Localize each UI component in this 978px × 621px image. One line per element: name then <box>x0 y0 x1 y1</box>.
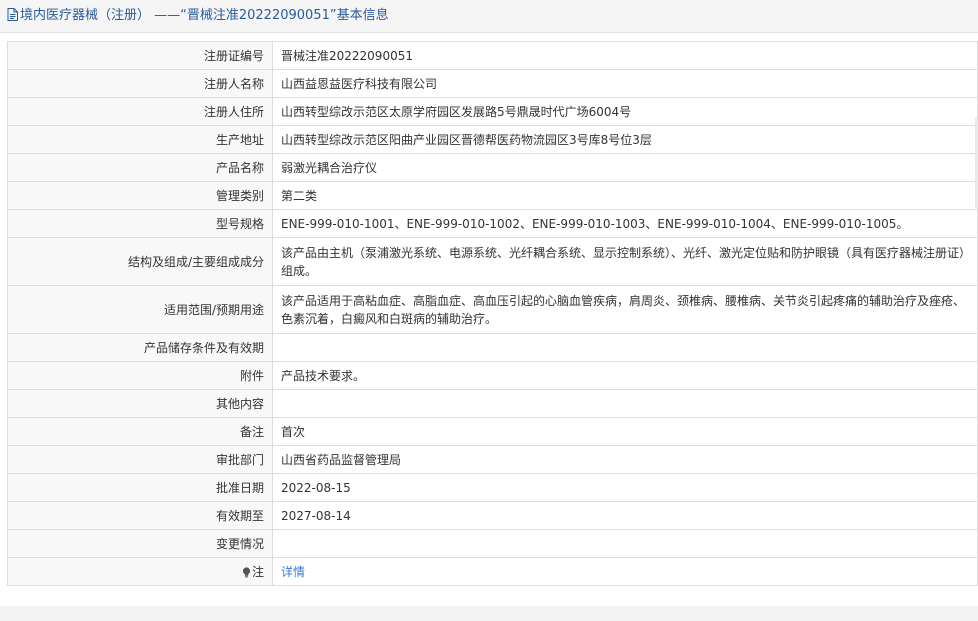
row-value: 弱激光耦合治疗仪 <box>272 153 978 182</box>
info-table: 注册证编号 晋械注准20222090051 注册人名称 山西益恩益医疗科技有限公司 … <box>7 41 978 586</box>
document-icon <box>7 8 18 21</box>
row-label: 生产地址 <box>7 125 273 154</box>
row-value: 山西省药品监督管理局 <box>272 445 978 474</box>
row-label: 产品名称 <box>7 153 273 182</box>
table-row: 其他内容 <box>7 389 978 418</box>
row-value: 晋械注准20222090051 <box>272 41 978 70</box>
row-value: 山西转型综改示范区太原学府园区发展路5号鼎晟时代广场6004号 <box>272 97 978 126</box>
row-label: 其他内容 <box>7 389 273 418</box>
table-row: 产品名称 弱激光耦合治疗仪 <box>7 153 978 182</box>
table-row: 注册证编号 晋械注准20222090051 <box>7 41 978 70</box>
note-label: 注 <box>251 564 264 579</box>
row-value: 产品技术要求。 <box>272 361 978 390</box>
row-value: 该产品适用于高粘血症、高脂血症、高血压引起的心脑血管疾病，肩周炎、颈椎病、腰椎病… <box>272 285 978 334</box>
panel-header: 境内医疗器械（注册） ——“晋械注准20222090051”基本信息 <box>0 0 978 33</box>
table-row: 有效期至 2027-08-14 <box>7 501 978 530</box>
row-value: 该产品由主机（泵浦激光系统、电源系统、光纤耦合系统、显示控制系统）、光纤、激光定… <box>272 237 978 286</box>
row-label: 审批部门 <box>7 445 273 474</box>
table-row: 生产地址 山西转型综改示范区阳曲产业园区晋德帮医药物流园区3号库8号位3层 <box>7 125 978 154</box>
table-row: 备注 首次 <box>7 417 978 446</box>
row-label: 产品储存条件及有效期 <box>7 333 273 362</box>
row-label: 备注 <box>7 417 273 446</box>
table-row: 产品储存条件及有效期 <box>7 333 978 362</box>
note-value-cell: 详情 <box>272 557 978 586</box>
note-label-cell: 注 <box>7 557 273 586</box>
row-value: 2027-08-14 <box>272 501 978 530</box>
row-label: 管理类别 <box>7 181 273 210</box>
detail-panel: 境内医疗器械（注册） ——“晋械注准20222090051”基本信息 注册证编号… <box>0 0 978 606</box>
table-row: 变更情况 <box>7 529 978 558</box>
row-label: 型号规格 <box>7 209 273 238</box>
row-label: 注册人名称 <box>7 69 273 98</box>
details-link[interactable]: 详情 <box>281 565 305 579</box>
row-label: 批准日期 <box>7 473 273 502</box>
row-value: 第二类 <box>272 181 978 210</box>
row-value <box>272 389 978 418</box>
table-row: 批准日期 2022-08-15 <box>7 473 978 502</box>
row-label: 结构及组成/主要组成成分 <box>7 237 273 286</box>
row-value <box>272 529 978 558</box>
page-title: 境内医疗器械（注册） ——“晋械注准20222090051”基本信息 <box>20 8 389 23</box>
table-row: 附件 产品技术要求。 <box>7 361 978 390</box>
row-label: 注册人住所 <box>7 97 273 126</box>
table-row: 审批部门 山西省药品监督管理局 <box>7 445 978 474</box>
table-row: 管理类别 第二类 <box>7 181 978 210</box>
row-label: 有效期至 <box>7 501 273 530</box>
row-value: 山西益恩益医疗科技有限公司 <box>272 69 978 98</box>
note-row: 注 详情 <box>7 557 978 586</box>
row-label: 适用范围/预期用途 <box>7 285 273 334</box>
row-value <box>272 333 978 362</box>
row-label: 附件 <box>7 361 273 390</box>
table-row: 结构及组成/主要组成成分 该产品由主机（泵浦激光系统、电源系统、光纤耦合系统、显示… <box>7 237 978 286</box>
table-row: 适用范围/预期用途 该产品适用于高粘血症、高脂血症、高血压引起的心脑血管疾病，肩周… <box>7 285 978 334</box>
row-label: 变更情况 <box>7 529 273 558</box>
row-value: 山西转型综改示范区阳曲产业园区晋德帮医药物流园区3号库8号位3层 <box>272 125 978 154</box>
table-row: 注册人住所 山西转型综改示范区太原学府园区发展路5号鼎晟时代广场6004号 <box>7 97 978 126</box>
table-row: 注册人名称 山西益恩益医疗科技有限公司 <box>7 69 978 98</box>
row-value: 首次 <box>272 417 978 446</box>
row-value: ENE-999-010-1001、ENE-999-010-1002、ENE-99… <box>272 209 978 238</box>
row-value: 2022-08-15 <box>272 473 978 502</box>
lightbulb-icon <box>242 566 251 577</box>
row-label: 注册证编号 <box>7 41 273 70</box>
table-row: 型号规格 ENE-999-010-1001、ENE-999-010-1002、EN… <box>7 209 978 238</box>
